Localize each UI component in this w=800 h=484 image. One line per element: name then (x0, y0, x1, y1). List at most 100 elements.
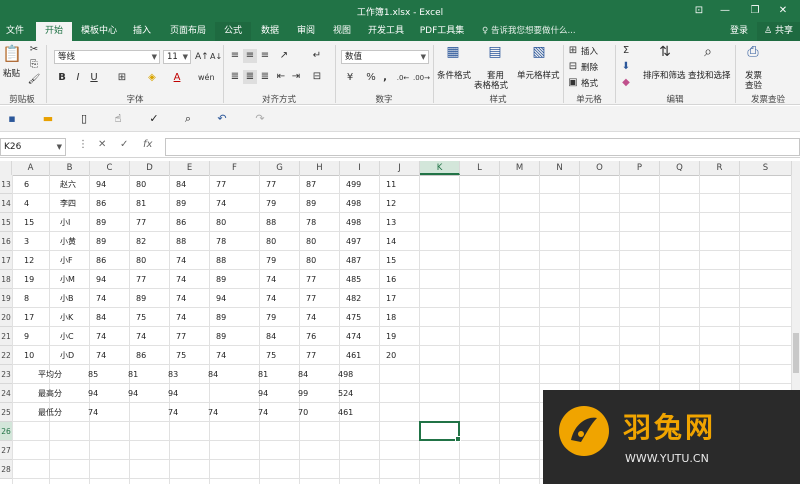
cell-a19[interactable]: 8 (24, 289, 29, 308)
format-button[interactable]: 格式 (581, 77, 598, 89)
cell-d19[interactable]: 89 (136, 289, 146, 308)
row-header-17[interactable]: 17 (0, 251, 12, 270)
row-header-25[interactable]: 25 (0, 403, 12, 422)
tab-file[interactable]: 文件 (0, 22, 30, 41)
column-header-m[interactable]: M (500, 161, 540, 175)
touch-mode-icon[interactable]: ☝ (110, 111, 126, 127)
cell-g22[interactable]: 75 (266, 346, 276, 365)
tab-formulas[interactable]: 公式 (215, 22, 251, 41)
cell-g25[interactable]: 74 (258, 403, 268, 422)
comma-icon[interactable]: , (380, 71, 390, 85)
cell-g21[interactable]: 84 (266, 327, 276, 346)
font-size-combo[interactable]: 11 ▼ (163, 50, 191, 64)
cell-i20[interactable]: 475 (346, 308, 361, 327)
cell-c14[interactable]: 86 (96, 194, 106, 213)
cell-h24[interactable]: 99 (298, 384, 308, 403)
column-header-i[interactable]: I (340, 161, 380, 175)
tab-template-center[interactable]: 模板中心 (76, 22, 122, 41)
cancel-icon[interactable]: ✕ (98, 139, 106, 150)
decrease-decimal-icon[interactable]: .00→ (413, 71, 430, 85)
cell-i22[interactable]: 461 (346, 346, 361, 365)
cell-h23[interactable]: 84 (298, 365, 308, 384)
bold-icon[interactable]: B (56, 71, 68, 85)
format-painter-icon[interactable]: 🖌 (27, 73, 41, 87)
cell-d20[interactable]: 75 (136, 308, 146, 327)
cell-g15[interactable]: 88 (266, 213, 276, 232)
cell-h14[interactable]: 89 (306, 194, 316, 213)
row-header-16[interactable]: 16 (0, 232, 12, 251)
cell-b18[interactable]: 小M (60, 270, 75, 289)
paste-icon[interactable]: 📋 (2, 46, 22, 62)
cell-i15[interactable]: 498 (346, 213, 361, 232)
restore-button[interactable]: ❐ (744, 3, 766, 19)
cell-j13[interactable]: 11 (386, 175, 396, 194)
cell-b19[interactable]: 小B (60, 289, 74, 308)
column-header-d[interactable]: D (130, 161, 170, 175)
cell-d23[interactable]: 81 (128, 365, 138, 384)
cell-i21[interactable]: 474 (346, 327, 361, 346)
cell-f25[interactable]: 74 (208, 403, 218, 422)
cell-c17[interactable]: 86 (96, 251, 106, 270)
cell-d13[interactable]: 80 (136, 175, 146, 194)
column-header-k[interactable]: K (420, 161, 460, 175)
italic-icon[interactable]: I (72, 71, 84, 85)
column-header-n[interactable]: N (540, 161, 580, 175)
cell-h15[interactable]: 78 (306, 213, 316, 232)
tab-data[interactable]: 数据 (254, 22, 286, 41)
save-icon[interactable]: ▪ (4, 111, 20, 127)
spelling-icon[interactable]: ✓ (146, 111, 162, 127)
cell-b13[interactable]: 赵六 (60, 175, 76, 194)
enter-icon[interactable]: ✓ (120, 139, 128, 150)
cell-d22[interactable]: 86 (136, 346, 146, 365)
cell-h21[interactable]: 76 (306, 327, 316, 346)
align-right-icon[interactable]: ≣ (258, 70, 272, 84)
cell-d18[interactable]: 77 (136, 270, 146, 289)
insert-button[interactable]: 插入 (581, 45, 598, 57)
copy-icon[interactable]: ⎘ (27, 58, 41, 72)
row-header-21[interactable]: 21 (0, 327, 12, 346)
cell-b20[interactable]: 小K (60, 308, 73, 327)
cell-a17[interactable]: 12 (24, 251, 34, 270)
column-header-l[interactable]: L (460, 161, 500, 175)
cell-c13[interactable]: 94 (96, 175, 106, 194)
currency-icon[interactable]: ¥ (342, 71, 358, 85)
cell-h16[interactable]: 80 (306, 232, 316, 251)
conditional-format-icon[interactable]: ▦ (442, 45, 464, 59)
share-button[interactable]: ♙ 共享 (757, 22, 800, 41)
cell-h17[interactable]: 80 (306, 251, 316, 270)
cell-d17[interactable]: 80 (136, 251, 146, 270)
cell-c23[interactable]: 85 (88, 365, 98, 384)
cell-g23[interactable]: 81 (258, 365, 268, 384)
cell-a16[interactable]: 3 (24, 232, 29, 251)
cell-b22[interactable]: 小D (60, 346, 74, 365)
invoice-icon[interactable]: ⎙ (742, 45, 764, 59)
cell-c19[interactable]: 74 (96, 289, 106, 308)
cell-j19[interactable]: 17 (386, 289, 396, 308)
column-header-e[interactable]: E (170, 161, 210, 175)
cell-f22[interactable]: 74 (216, 346, 226, 365)
cell-f23[interactable]: 84 (208, 365, 218, 384)
cell-e22[interactable]: 75 (176, 346, 186, 365)
row-header-18[interactable]: 18 (0, 270, 12, 289)
font-color-icon[interactable]: A (170, 71, 184, 85)
formula-input[interactable] (165, 138, 800, 156)
conditional-format-button[interactable]: 条件格式 (437, 69, 471, 81)
cell-b16[interactable]: 小黄 (60, 232, 76, 251)
cell-e23[interactable]: 83 (168, 365, 178, 384)
new-file-icon[interactable]: ▯ (76, 111, 92, 127)
cell-b17[interactable]: 小F (60, 251, 73, 270)
cell-d24[interactable]: 94 (128, 384, 138, 403)
insert-cells-icon[interactable]: ⊞ (567, 44, 579, 58)
cell-j22[interactable]: 20 (386, 346, 396, 365)
cell-e15[interactable]: 86 (176, 213, 186, 232)
cell-h25[interactable]: 70 (298, 403, 308, 422)
cell-g20[interactable]: 79 (266, 308, 276, 327)
cell-b21[interactable]: 小C (60, 327, 74, 346)
cell-a24[interactable]: 最高分 (38, 384, 62, 403)
cell-c21[interactable]: 74 (96, 327, 106, 346)
tab-home[interactable]: 开始 (36, 22, 72, 41)
cell-e21[interactable]: 77 (176, 327, 186, 346)
row-header-14[interactable]: 14 (0, 194, 12, 213)
row-header-22[interactable]: 22 (0, 346, 12, 365)
cell-c25[interactable]: 74 (88, 403, 98, 422)
